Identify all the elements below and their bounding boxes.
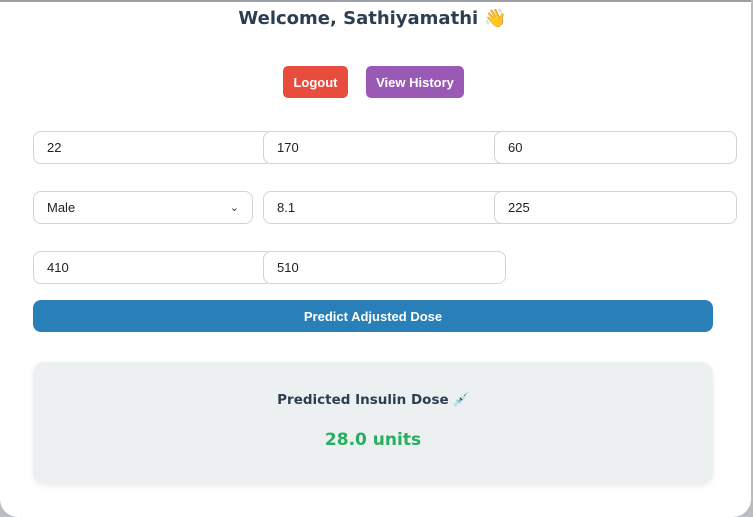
result-value: 28.0 units [324,430,422,450]
result-panel: Predicted Insulin Dose 💉 28.0 units [33,362,713,484]
gender-selected-value: Male [47,200,76,215]
gender-select[interactable]: Male ⌄ [33,191,253,224]
glucose-input[interactable] [494,191,737,224]
syringe-icon: 💉 [452,393,469,408]
wave-icon: 👋 [484,8,507,29]
result-label-text: Predicted Insulin Dose [277,392,449,408]
chevron-down-icon: ⌄ [229,202,239,214]
hba1c-input[interactable] [263,191,508,224]
welcome-text: Welcome, Sathiyamathi [238,8,479,29]
age-input[interactable] [33,131,273,164]
result-label: Predicted Insulin Dose 💉 [33,392,713,408]
page-title: Welcome, Sathiyamathi 👋 [0,8,745,29]
predict-dose-button[interactable]: Predict Adjusted Dose [33,300,713,332]
weight-input[interactable] [494,131,737,164]
height-input[interactable] [263,131,508,164]
field-row3-1[interactable] [33,251,273,284]
main-card: Welcome, Sathiyamathi 👋 Logout View Histo… [0,0,751,517]
logout-button[interactable]: Logout [283,66,348,98]
view-history-button[interactable]: View History [366,66,464,98]
field-row3-2[interactable] [263,251,506,284]
